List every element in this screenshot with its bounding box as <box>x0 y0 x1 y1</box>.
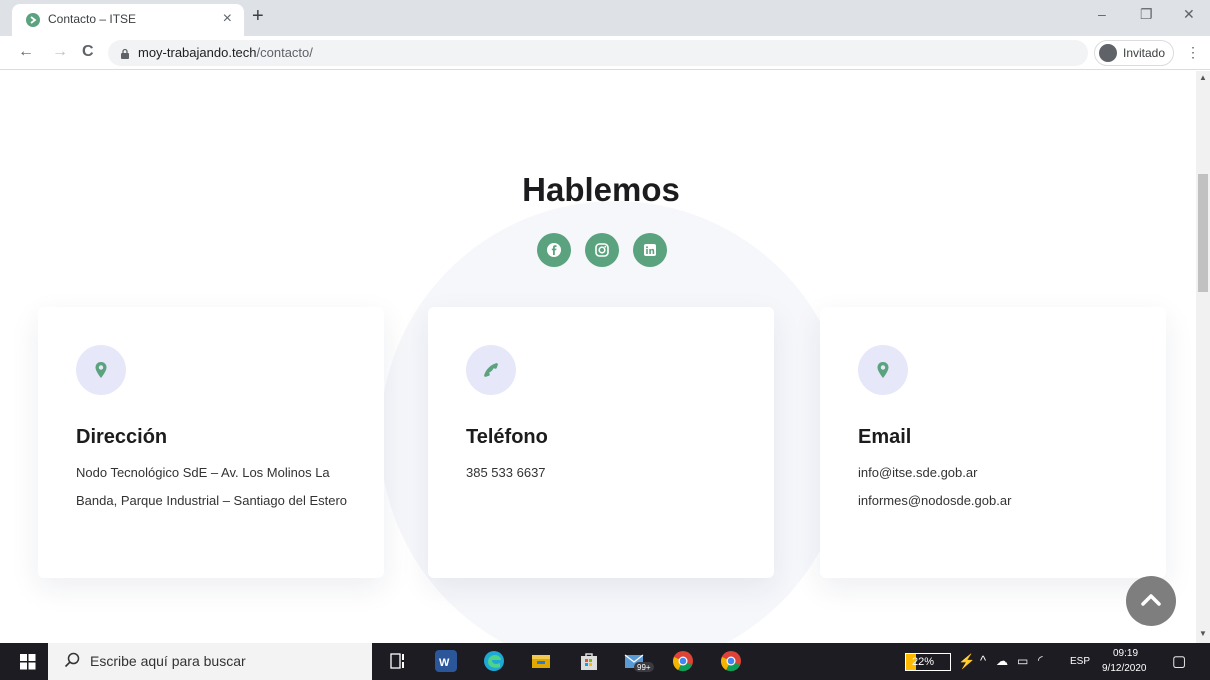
chrome-active-icon[interactable] <box>720 650 742 672</box>
lock-icon <box>120 47 130 65</box>
page-scrollbar[interactable]: ▲ ▼ <box>1196 71 1210 643</box>
profile-button[interactable]: Invitado <box>1094 40 1174 66</box>
chevron-up-icon <box>1141 594 1161 606</box>
search-icon <box>64 652 80 673</box>
tab-bar: Contacto – ITSE × + – ❐ ✕ <box>0 0 1210 36</box>
file-explorer-icon[interactable] <box>530 650 552 672</box>
browser-menu-button[interactable]: ⋮ <box>1186 44 1200 61</box>
back-button[interactable]: ← <box>18 43 34 61</box>
clock-date[interactable]: 9/12/2020 <box>1102 663 1147 674</box>
address-card: Dirección Nodo Tecnológico SdE – Av. Los… <box>38 307 384 578</box>
forward-button[interactable]: → <box>52 43 68 61</box>
search-placeholder: Escribe aquí para buscar <box>90 653 246 669</box>
card-title: Email <box>858 426 912 448</box>
location-pin-icon <box>76 345 126 395</box>
reload-button[interactable]: C <box>82 43 94 61</box>
profile-label: Invitado <box>1123 46 1166 60</box>
email-text: info@itse.sde.gob.ar informes@nodosde.go… <box>858 459 1148 515</box>
notifications-icon[interactable]: ▢ <box>1172 652 1186 670</box>
url-path: /contacto/ <box>256 45 313 60</box>
wifi-icon[interactable]: ◜ <box>1038 653 1043 667</box>
tab-title: Contacto – ITSE <box>48 12 137 26</box>
svg-text:W: W <box>439 657 450 669</box>
task-view-icon[interactable] <box>388 650 410 672</box>
scroll-to-top-button[interactable] <box>1126 576 1176 626</box>
instagram-icon[interactable] <box>585 233 619 267</box>
avatar-icon <box>1099 44 1117 62</box>
page-content: Hablemos Dirección Nodo Tecnológico SdE … <box>0 71 1196 643</box>
windows-taskbar: Escribe aquí para buscar W 99+ 22% ⚡ ^ ☁… <box>0 643 1210 680</box>
browser-toolbar: ← → C moy-trabajando.tech/contacto/ Invi… <box>0 36 1210 70</box>
clock-time[interactable]: 09:19 <box>1113 648 1138 659</box>
card-title: Teléfono <box>466 426 548 448</box>
card-title: Dirección <box>76 426 168 448</box>
mail-badge: 99+ <box>637 663 651 672</box>
url-domain: moy-trabajando.tech <box>138 45 257 60</box>
chrome-icon[interactable] <box>672 650 694 672</box>
email-link-info[interactable]: info@itse.sde.gob.ar <box>858 465 977 480</box>
location-pin-icon <box>858 345 908 395</box>
scroll-down-arrow-icon[interactable]: ▼ <box>1199 629 1207 638</box>
phone-icon <box>466 345 516 395</box>
word-icon[interactable]: W <box>435 650 457 672</box>
address-bar[interactable]: moy-trabajando.tech/contacto/ <box>108 40 1088 66</box>
store-icon[interactable] <box>578 650 600 672</box>
network-icon[interactable]: ▭ <box>1017 654 1028 668</box>
url-text: moy-trabajando.tech/contacto/ <box>138 45 313 60</box>
scroll-up-arrow-icon[interactable]: ▲ <box>1199 73 1207 82</box>
edge-icon[interactable] <box>483 650 505 672</box>
close-window-button[interactable]: ✕ <box>1183 6 1195 23</box>
mail-icon[interactable]: 99+ <box>624 650 654 672</box>
email-card: Email info@itse.sde.gob.ar informes@nodo… <box>820 307 1166 578</box>
scrollbar-thumb[interactable] <box>1198 174 1208 292</box>
phone-card: Teléfono 385 533 6637 <box>428 307 774 578</box>
page-title: Hablemos <box>522 171 680 208</box>
taskbar-search-box[interactable]: Escribe aquí para buscar <box>48 643 372 680</box>
battery-indicator[interactable]: 22% <box>905 653 951 671</box>
address-text: Nodo Tecnológico SdE – Av. Los Molinos L… <box>76 465 348 508</box>
minimize-button[interactable]: – <box>1098 6 1106 22</box>
email-link-informes[interactable]: informes@nodosde.gob.ar <box>858 493 1011 508</box>
power-plug-icon[interactable]: ⚡ <box>958 653 975 670</box>
restore-button[interactable]: ❐ <box>1140 6 1153 23</box>
browser-tab[interactable]: Contacto – ITSE × <box>12 4 244 36</box>
linkedin-icon[interactable] <box>633 233 667 267</box>
site-favicon-icon <box>26 13 40 27</box>
windows-start-icon[interactable] <box>20 654 36 675</box>
phone-text: 385 533 6637 <box>466 465 546 480</box>
language-indicator[interactable]: ESP <box>1070 656 1090 667</box>
facebook-icon[interactable] <box>537 233 571 267</box>
battery-label: 22% <box>912 656 935 668</box>
cloud-icon[interactable]: ☁ <box>996 654 1008 668</box>
new-tab-button[interactable]: + <box>252 6 264 26</box>
chevron-up-tray-icon[interactable]: ^ <box>980 653 986 668</box>
tab-close-button[interactable]: × <box>223 10 232 28</box>
